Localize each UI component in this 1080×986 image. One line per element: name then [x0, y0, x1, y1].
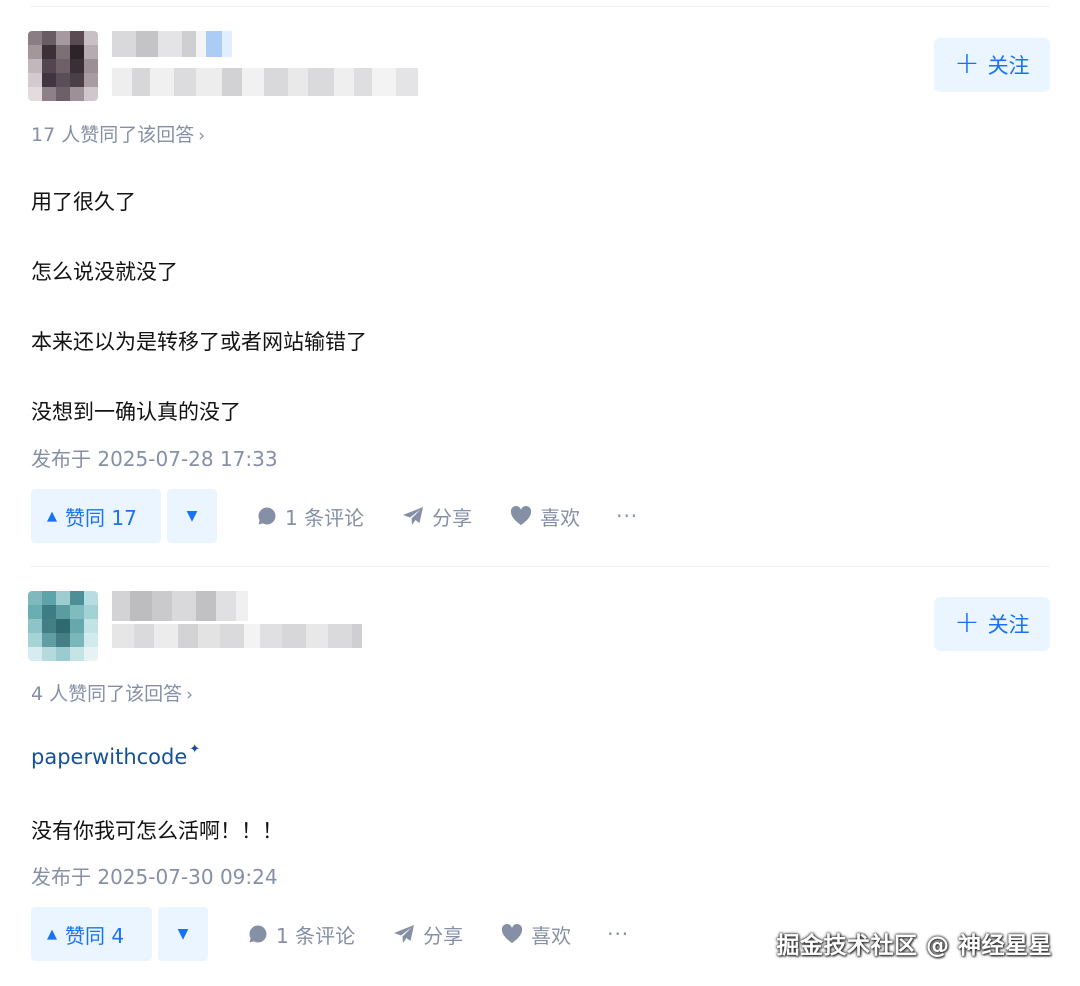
- publish-time[interactable]: 发布于 2025-07-30 09:24: [31, 861, 278, 890]
- share-label: 分享: [423, 923, 464, 948]
- chevron-right-icon: ›: [186, 685, 193, 705]
- share-icon: [394, 925, 415, 943]
- vote-down-button[interactable]: ▼: [158, 907, 208, 961]
- comment-button[interactable]: 1 条评论: [248, 920, 355, 949]
- follow-label: 关注: [987, 613, 1030, 637]
- answer-link[interactable]: paperwithcode ✦: [31, 742, 201, 769]
- follow-button[interactable]: + 关注: [934, 597, 1050, 651]
- comment-label: 1 条评论: [276, 923, 356, 948]
- avatar[interactable]: [28, 591, 98, 661]
- user-bio-blurred: [112, 624, 362, 648]
- more-icon[interactable]: ···: [607, 922, 629, 946]
- action-bar: ▲ 赞同 4 ▼ 1 条评论 分享 喜欢 ···: [31, 907, 731, 961]
- vote-up-button[interactable]: ▲ 赞同 4: [31, 907, 152, 961]
- link-text: paperwithcode: [31, 745, 188, 769]
- triangle-up-icon: ▲: [47, 926, 57, 942]
- like-button[interactable]: 喜欢: [501, 920, 571, 949]
- plus-icon: +: [954, 604, 980, 640]
- answer-card-2: + 关注 4 人赞同了该回答 › paperwithcode ✦ 没有你我可怎么活啊…: [0, 0, 1080, 986]
- username-blurred[interactable]: [112, 591, 248, 621]
- voters-text: 4 人赞同了该回答: [31, 683, 183, 705]
- share-button[interactable]: 分享: [393, 920, 463, 949]
- answer-paragraph: 没有你我可怎么活啊！！！: [31, 819, 283, 843]
- link-sparkle-icon: ✦: [189, 742, 201, 757]
- watermark: 掘金技术社区 @ 神经星星: [776, 933, 1052, 959]
- triangle-down-icon: ▼: [177, 926, 189, 942]
- like-label: 喜欢: [531, 923, 572, 948]
- vote-up-label: 赞同 4: [65, 923, 125, 948]
- heart-icon: [502, 924, 523, 943]
- comment-icon: [249, 925, 267, 943]
- voters-link[interactable]: 4 人赞同了该回答 ›: [31, 679, 193, 706]
